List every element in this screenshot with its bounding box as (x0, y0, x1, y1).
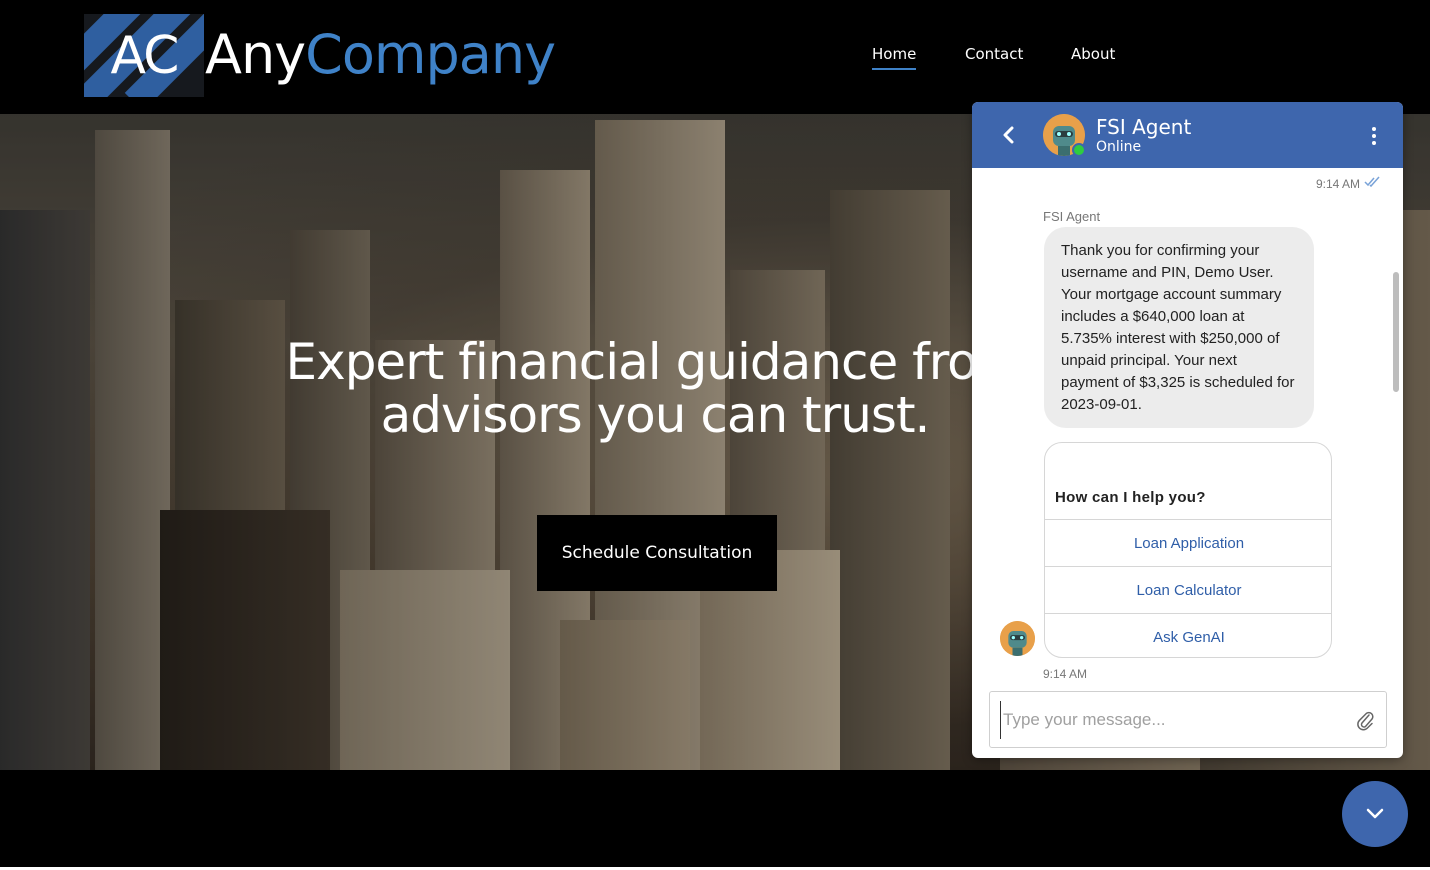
top-navigation-bar: AC AnyCompany Home Contact About (0, 0, 1430, 114)
loan-application-option[interactable]: Loan Application (1045, 519, 1331, 566)
logo-word-company: Company (305, 23, 556, 86)
agent-message-bubble: Thank you for confirming your username a… (1044, 227, 1314, 428)
loan-calculator-option[interactable]: Loan Calculator (1045, 566, 1331, 613)
message-timestamp: 9:14 AM (1043, 667, 1088, 681)
nav-about-link[interactable]: About (1071, 45, 1115, 63)
agent-status: Online (1096, 139, 1142, 155)
quick-reply-title: How can I help you? (1055, 489, 1206, 506)
message-input[interactable] (1000, 701, 1340, 739)
logo-mark[interactable]: AC (84, 14, 204, 97)
agent-name: FSI Agent (1096, 115, 1192, 139)
online-dot-icon (1072, 143, 1086, 157)
hero-headline-line1: Expert financial guidance from (285, 333, 1026, 391)
agent-avatar-icon (1000, 621, 1035, 656)
hero-headline-line2: advisors you can trust. (380, 386, 931, 444)
quick-reply-card: How can I help you? Loan Application Loa… (1044, 442, 1332, 658)
footer-band (0, 770, 1430, 867)
chat-scrollbar[interactable] (1393, 272, 1399, 392)
chat-widget: FSI Agent Online 9:14 AM FSI Agent Thank… (972, 102, 1403, 758)
ask-genai-option[interactable]: Ask GenAI (1045, 613, 1331, 657)
nav-home-link[interactable]: Home (872, 45, 917, 70)
chevron-down-icon (1366, 808, 1384, 819)
logo-word-any: Any (205, 23, 306, 86)
logo-monogram: AC (110, 25, 180, 86)
paperclip-icon[interactable] (1356, 710, 1376, 732)
schedule-consultation-button[interactable]: Schedule Consultation (537, 515, 777, 591)
logo-wordmark[interactable]: AnyCompany (205, 22, 556, 88)
kebab-menu-icon[interactable] (1370, 126, 1378, 146)
back-arrow-icon[interactable] (998, 124, 1018, 146)
message-timestamp: 9:14 AM (1316, 177, 1361, 191)
nav-contact-link[interactable]: Contact (965, 45, 1023, 63)
hero-headline: Expert financial guidance from advisors … (255, 336, 1055, 442)
chat-toggle-button[interactable] (1342, 781, 1408, 847)
message-composer (989, 691, 1387, 748)
sender-label: FSI Agent (1043, 209, 1101, 224)
chat-header: FSI Agent Online (972, 102, 1403, 168)
double-check-icon (1364, 176, 1380, 188)
